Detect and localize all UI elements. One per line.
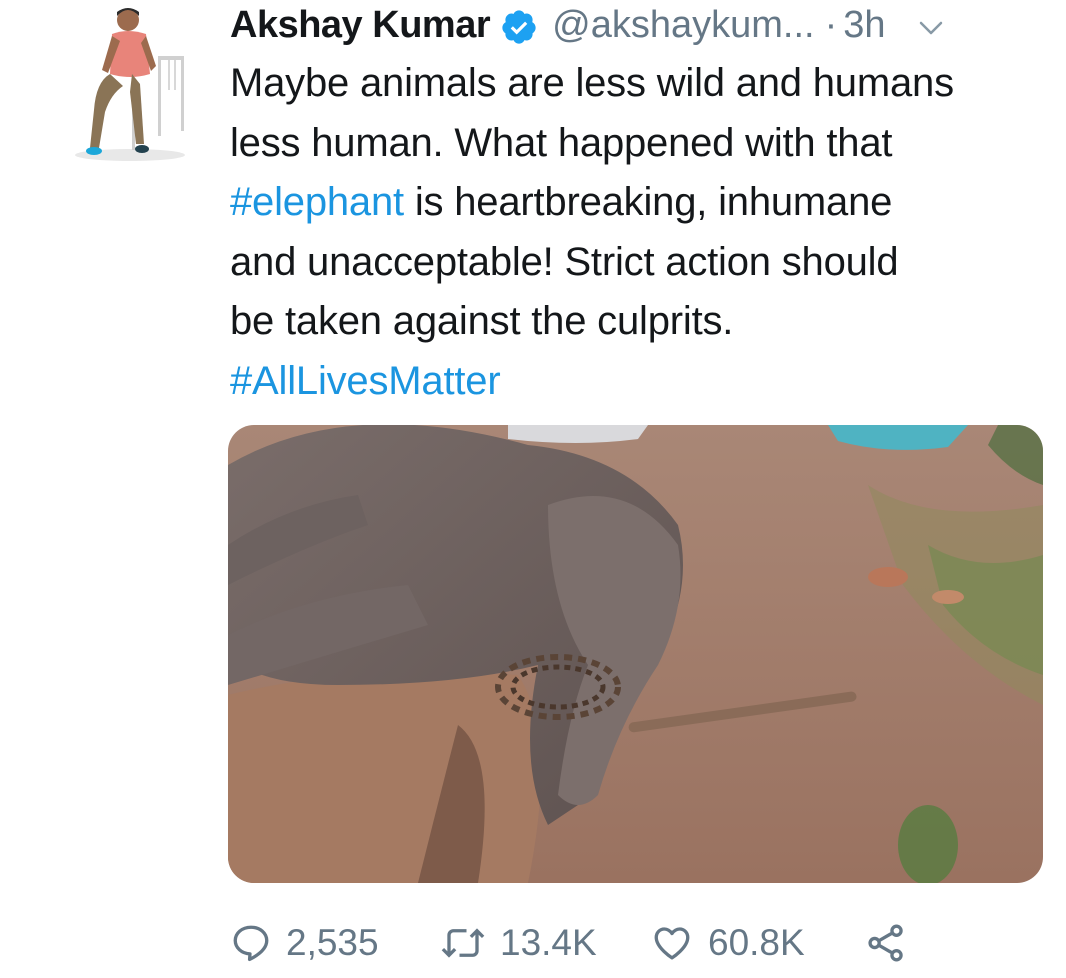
tweet-text-line: less human. What happened with that xyxy=(230,120,893,165)
hashtag-alllivesmatter-link[interactable]: #AllLivesMatter xyxy=(230,359,501,403)
retweet-button[interactable]: 13.4K xyxy=(440,922,650,964)
tweet-text-line: and unacceptable! Strict action should xyxy=(230,239,899,284)
tweet-text-line: #elephant is heartbreaking, inhumane xyxy=(230,173,1060,233)
verified-badge-icon xyxy=(502,10,536,44)
tweet-header: Akshay Kumar @akshaykum... · 3h xyxy=(230,0,1050,50)
like-button[interactable]: 60.8K xyxy=(650,922,865,964)
hashtag-elephant-link[interactable]: #elephant xyxy=(230,180,404,224)
share-button[interactable] xyxy=(865,922,907,964)
reply-icon xyxy=(233,925,269,962)
tweet-text-segment: is heartbreaking, inhumane xyxy=(403,180,893,224)
like-count: 60.8K xyxy=(708,922,805,963)
tweet-timestamp[interactable]: 3h xyxy=(843,4,885,47)
separator-dot: · xyxy=(824,3,838,46)
author-name[interactable]: Akshay Kumar xyxy=(230,4,491,47)
chevron-down-icon[interactable] xyxy=(916,13,946,43)
share-icon xyxy=(868,924,903,962)
reply-button[interactable]: 2,535 xyxy=(230,922,440,964)
tweet-text: Maybe animals are less wild and humans l… xyxy=(230,54,1060,411)
tweet-text-line: #AllLivesMatter xyxy=(230,352,1060,412)
retweet-count: 13.4K xyxy=(500,922,597,963)
tweet-text-line: Maybe animals are less wild and humans xyxy=(230,61,954,105)
elephant-photo xyxy=(228,425,1043,883)
tweet-text-line: be taken against the culprits. xyxy=(230,299,734,343)
avatar-photo xyxy=(75,8,185,161)
heart-icon xyxy=(654,927,690,960)
reply-count: 2,535 xyxy=(286,922,379,963)
avatar[interactable] xyxy=(70,0,200,165)
tweet-action-bar: 2,535 13.4K 60.8K xyxy=(230,912,1030,974)
tweet-media-image[interactable] xyxy=(228,425,1043,883)
author-handle[interactable]: @akshaykum... xyxy=(552,4,814,47)
retweet-icon xyxy=(441,928,485,958)
